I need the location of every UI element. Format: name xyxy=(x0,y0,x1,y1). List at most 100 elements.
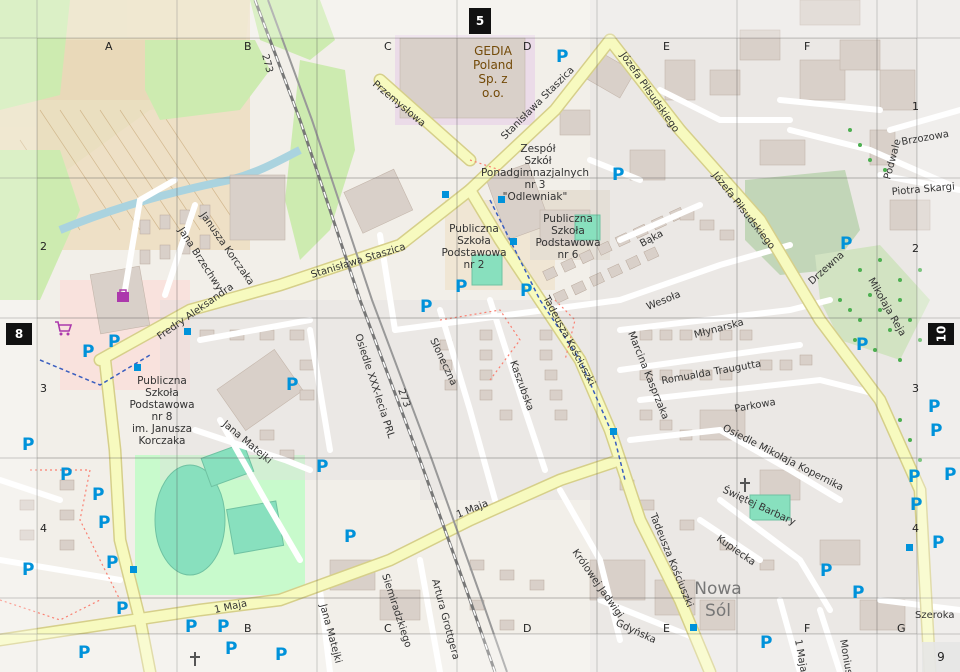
poi-label-line: Zespół xyxy=(520,143,555,155)
street-label: Szeroka xyxy=(915,610,955,621)
parking-icon: P xyxy=(116,599,128,619)
parking-icon: P xyxy=(225,639,237,659)
bus-stop-icon xyxy=(130,566,137,573)
parking-icon: P xyxy=(944,465,956,485)
poi-label-line: Podstawowa xyxy=(441,247,506,259)
nav-north-button[interactable]: 5 xyxy=(469,8,491,34)
parking-icon: P xyxy=(217,617,229,637)
poi-label-line: GEDIA xyxy=(474,44,513,58)
grid-row-label: 1 xyxy=(912,100,919,113)
poi-label-line: nr 2 xyxy=(464,259,485,271)
sheet-number: 9 xyxy=(937,650,945,664)
parking-icon: P xyxy=(60,465,72,485)
city-label-line: Sól xyxy=(705,601,731,621)
parking-icon: P xyxy=(22,560,34,580)
parking-icon: P xyxy=(612,165,624,185)
grid-row-label: 4 xyxy=(40,522,47,535)
parking-icon: P xyxy=(92,485,104,505)
grid-col-label: E xyxy=(663,622,670,635)
grid-row-label: 3 xyxy=(40,382,47,395)
poi-label-line: Sp. z xyxy=(478,72,507,86)
grid-col-label: D xyxy=(523,622,531,635)
grid-col-label: A xyxy=(105,40,113,53)
street-label: 1 Maja xyxy=(213,598,248,616)
bus-stop-icon xyxy=(184,328,191,335)
parking-icon: P xyxy=(908,467,920,487)
poi-label-line: Szkoła xyxy=(457,235,491,247)
parking-icon: P xyxy=(928,397,940,417)
poi-label-line: Publiczna xyxy=(543,213,593,225)
grid-col-label: C xyxy=(384,40,392,53)
grid-col-label: C xyxy=(384,622,392,635)
parking-icon: P xyxy=(185,617,197,637)
map-viewport[interactable]: A B C D E F B C D E F G 2 3 4 1 2 3 4 St… xyxy=(0,0,960,672)
parking-icon: P xyxy=(98,513,110,533)
grid-row-label: 2 xyxy=(912,242,919,255)
poi-label-line: Szkoła xyxy=(145,387,179,399)
bus-stop-icon xyxy=(498,196,505,203)
parking-icon: P xyxy=(455,277,467,297)
parking-icon: P xyxy=(22,435,34,455)
grid-col-label: G xyxy=(897,622,906,635)
parking-icon: P xyxy=(275,645,287,665)
poi-label-line: Podstawowa xyxy=(129,399,194,411)
city-label-line: Nowa xyxy=(694,579,741,599)
poi-label-line: o.o. xyxy=(482,86,504,100)
poi-label-line: Szkół xyxy=(524,155,551,167)
grid-col-label: F xyxy=(804,622,810,635)
parking-icon: P xyxy=(316,457,328,477)
parking-icon: P xyxy=(760,633,772,653)
bus-stop-icon xyxy=(134,364,141,371)
nav-west-button[interactable]: 8 xyxy=(6,323,32,345)
parking-icon: P xyxy=(520,281,532,301)
nav-west-label: 8 xyxy=(14,327,24,341)
grid-col-label: D xyxy=(523,40,531,53)
bus-stop-icon xyxy=(442,191,449,198)
parking-icon: P xyxy=(852,583,864,603)
parking-icon: P xyxy=(82,342,94,362)
bus-stop-icon xyxy=(510,238,517,245)
poi-label-line: im. Janusza xyxy=(132,423,192,435)
parking-icon: P xyxy=(856,335,868,355)
grid-row-label: 4 xyxy=(912,522,919,535)
poi-label-line: Publiczna xyxy=(449,223,499,235)
parking-icon: P xyxy=(932,533,944,553)
poi-label-line: Publiczna xyxy=(137,375,187,387)
nav-east-label: 10 xyxy=(933,325,948,343)
poi-label-line: Szkoła xyxy=(551,225,585,237)
poi-label-line: Poland xyxy=(473,58,513,72)
poi-label-line: Korczaka xyxy=(139,435,186,447)
bus-stop-icon xyxy=(610,428,617,435)
poi-label-line: Ponadgimnazjalnych xyxy=(481,167,589,179)
map-canvas[interactable]: A B C D E F B C D E F G 2 3 4 1 2 3 4 St… xyxy=(0,0,960,672)
parking-icon: P xyxy=(286,375,298,395)
parking-icon: P xyxy=(910,495,922,515)
bus-stop-icon xyxy=(690,624,697,631)
grid-col-label: B xyxy=(244,40,252,53)
poi-label-line: nr 3 xyxy=(525,179,546,191)
street-label: Stanisława Staszica xyxy=(310,242,407,281)
parking-icon: P xyxy=(106,553,118,573)
nav-east-button[interactable]: 10 xyxy=(928,323,954,345)
grid-col-label: E xyxy=(663,40,670,53)
parking-icon: P xyxy=(420,297,432,317)
parking-icon: P xyxy=(556,47,568,67)
grid-col-labels-bottom: B C D E F G xyxy=(244,622,906,635)
parking-icon: P xyxy=(344,527,356,547)
parking-icon: P xyxy=(930,421,942,441)
parking-icon: P xyxy=(108,332,120,352)
grid-col-label: B xyxy=(244,622,252,635)
bus-stop-icon xyxy=(906,544,913,551)
poi-label-line: nr 8 xyxy=(152,411,173,423)
grid-row-label: 3 xyxy=(912,382,919,395)
grid-col-label: F xyxy=(804,40,810,53)
poi-label-line: nr 6 xyxy=(558,249,579,261)
nav-north-label: 5 xyxy=(475,14,485,28)
poi-label-line: "Odlewniak" xyxy=(503,191,568,203)
sheet-corner-label: 9 xyxy=(922,642,960,672)
parking-icon: P xyxy=(840,234,852,254)
poi-label-line: Podstawowa xyxy=(535,237,600,249)
parking-icon: P xyxy=(820,561,832,581)
grid-row-label: 2 xyxy=(40,240,47,253)
parking-icon: P xyxy=(78,643,90,663)
